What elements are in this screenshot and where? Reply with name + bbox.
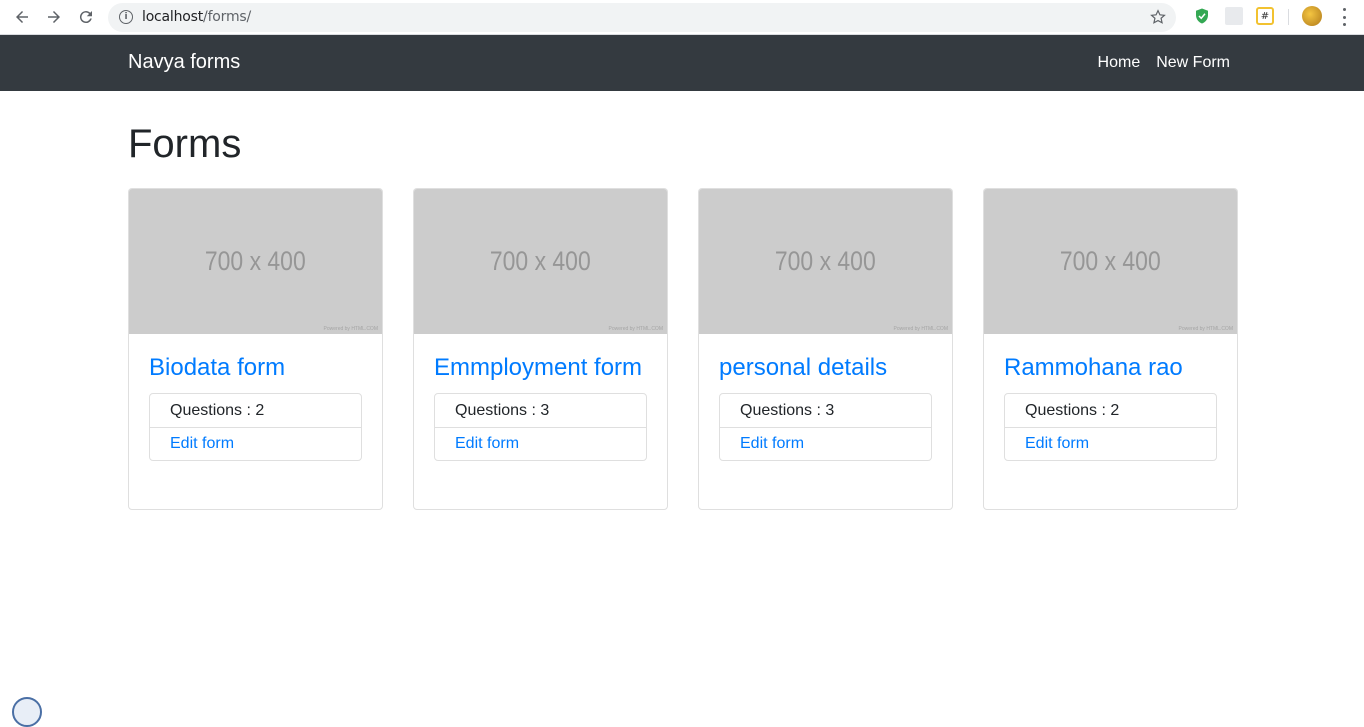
hash-extension-icon[interactable]: #	[1256, 7, 1274, 25]
arrow-left-icon	[16, 11, 28, 23]
placeholder-size-text: 700 x 400	[775, 246, 876, 276]
reload-icon	[79, 11, 92, 24]
questions-count: Questions : 3	[455, 401, 550, 419]
toolbar-divider	[1288, 9, 1289, 25]
card-title[interactable]: Rammohana rao	[1004, 354, 1217, 382]
placeholder-credit: Powered by HTML.COM	[608, 326, 663, 332]
card-list: Questions : 2 Edit form	[1004, 393, 1217, 461]
url-host: localhost	[142, 9, 204, 25]
card-placeholder-image: 700 x 400 Powered by HTML.COM	[414, 189, 667, 334]
placeholder-size-text: 700 x 400	[205, 246, 306, 276]
back-button[interactable]	[10, 5, 34, 29]
forward-button[interactable]	[42, 5, 66, 29]
card-body: personal details Questions : 3 Edit form	[699, 334, 952, 481]
edit-form-link[interactable]: Edit form	[720, 427, 931, 460]
card-placeholder-image: 700 x 400 Powered by HTML.COM	[984, 189, 1237, 334]
nav-links: Home New Form	[1098, 54, 1230, 72]
shield-extension-icon[interactable]	[1193, 7, 1211, 25]
form-card: 700 x 400 Powered by HTML.COM Emmploymen…	[413, 188, 668, 510]
edit-form-link[interactable]: Edit form	[1005, 427, 1216, 460]
card-list: Questions : 3 Edit form	[434, 393, 647, 461]
url-path: /forms/	[203, 9, 252, 25]
edit-form-link[interactable]: Edit form	[150, 427, 361, 460]
grid-extension-icon[interactable]	[1225, 7, 1243, 25]
browser-toolbar: i localhost/forms/ #	[0, 0, 1364, 35]
card-placeholder-image: 700 x 400 Powered by HTML.COM	[699, 189, 952, 334]
info-icon[interactable]: i	[119, 10, 133, 24]
card-title[interactable]: Biodata form	[149, 354, 362, 382]
questions-count: Questions : 2	[1025, 401, 1120, 419]
questions-count: Questions : 2	[170, 401, 265, 419]
main-container: Forms 700 x 400 Powered by HTML.COM Biod…	[128, 91, 1238, 510]
placeholder-credit: Powered by HTML.COM	[893, 326, 948, 332]
top-navbar: Navya forms Home New Form	[0, 35, 1364, 91]
browser-menu-icon[interactable]	[1338, 8, 1350, 26]
form-card: 700 x 400 Powered by HTML.COM personal d…	[698, 188, 953, 510]
card-list: Questions : 3 Edit form	[719, 393, 932, 461]
arrow-right-icon	[48, 11, 60, 23]
card-body: Emmployment form Questions : 3 Edit form	[414, 334, 667, 481]
placeholder-credit: Powered by HTML.COM	[323, 326, 378, 332]
corner-widget-icon[interactable]	[12, 697, 42, 727]
address-bar[interactable]: i localhost/forms/	[108, 3, 1176, 32]
form-card: 700 x 400 Powered by HTML.COM Biodata fo…	[128, 188, 383, 510]
brand-link[interactable]: Navya forms	[128, 51, 240, 74]
edit-form-link[interactable]: Edit form	[435, 427, 646, 460]
profile-avatar[interactable]	[1302, 6, 1322, 26]
form-card: 700 x 400 Powered by HTML.COM Rammohana …	[983, 188, 1238, 510]
bookmark-star-icon[interactable]	[1149, 8, 1167, 26]
card-placeholder-image: 700 x 400 Powered by HTML.COM	[129, 189, 382, 334]
placeholder-size-text: 700 x 400	[1060, 246, 1161, 276]
card-title[interactable]: Emmployment form	[434, 354, 647, 382]
card-body: Rammohana rao Questions : 2 Edit form	[984, 334, 1237, 481]
card-body: Biodata form Questions : 2 Edit form	[129, 334, 382, 481]
reload-button[interactable]	[74, 5, 98, 29]
placeholder-size-text: 700 x 400	[490, 246, 591, 276]
questions-count: Questions : 3	[740, 401, 835, 419]
url-text: localhost/forms/	[142, 9, 251, 25]
card-title[interactable]: personal details	[719, 354, 932, 382]
form-cards: 700 x 400 Powered by HTML.COM Biodata fo…	[128, 188, 1238, 510]
nav-home-link[interactable]: Home	[1098, 54, 1141, 72]
card-list: Questions : 2 Edit form	[149, 393, 362, 461]
placeholder-credit: Powered by HTML.COM	[1178, 326, 1233, 332]
page-title: Forms	[128, 122, 242, 166]
nav-new-form-link[interactable]: New Form	[1156, 54, 1230, 72]
